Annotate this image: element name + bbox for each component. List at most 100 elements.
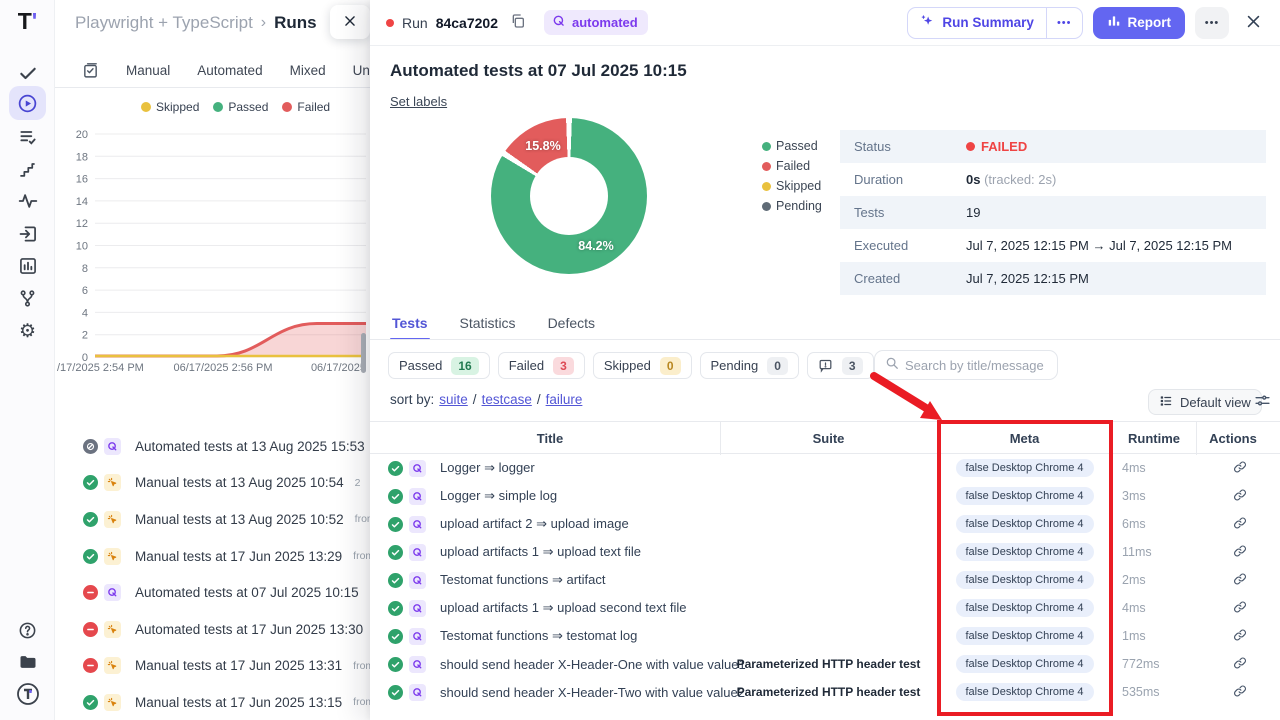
- test-result-row[interactable]: upload artifacts 1 ⇒ upload text file fa…: [370, 538, 1280, 566]
- run-list-item[interactable]: Automated tests at 07 Jul 2025 10:15: [55, 574, 370, 611]
- attachment-link-button[interactable]: [1226, 488, 1254, 505]
- filter-chip[interactable]: Failed 3: [498, 352, 585, 379]
- attachment-link-button[interactable]: [1226, 544, 1254, 561]
- nav-milestones-button[interactable]: [9, 154, 46, 184]
- activity-icon: [18, 191, 38, 211]
- run-list-item[interactable]: Manual tests at 17 Jun 2025 13:15 from: [55, 684, 370, 720]
- run-type-tab[interactable]: Mixed: [290, 63, 326, 78]
- filter-chip[interactable]: Skipped 0: [593, 352, 692, 379]
- legend-item[interactable]: Passed: [213, 100, 268, 114]
- column-runtime[interactable]: Runtime: [1112, 422, 1196, 455]
- legend-label: Failed: [297, 100, 330, 114]
- column-title[interactable]: Title: [380, 422, 720, 455]
- test-title[interactable]: Testomat functions ⇒ testomat log: [440, 628, 637, 644]
- nav-tests-button[interactable]: [9, 58, 46, 88]
- run-type-tab[interactable]: Manual: [126, 63, 170, 78]
- meta-badge: false Desktop Chrome 4: [956, 627, 1094, 645]
- run-list-item[interactable]: Automated tests at 13 Aug 2025 15:53: [55, 428, 370, 465]
- test-title[interactable]: upload artifacts 1 ⇒ upload second text …: [440, 600, 687, 616]
- column-meta[interactable]: Meta: [937, 422, 1112, 455]
- more-actions-button[interactable]: •••: [1195, 7, 1229, 39]
- panel-scrollbar-thumb[interactable]: [361, 333, 366, 373]
- library-button[interactable]: [9, 647, 46, 677]
- run-summary-button[interactable]: Run Summary •••: [907, 7, 1082, 39]
- panel-close-button[interactable]: [330, 5, 370, 39]
- test-title[interactable]: should send header X-Header-One with val…: [440, 657, 746, 672]
- nav-runs-button[interactable]: [9, 86, 46, 120]
- legend-item[interactable]: Skipped: [762, 179, 822, 193]
- run-list-item[interactable]: Manual tests at 17 Jun 2025 13:31 from: [55, 648, 370, 685]
- help-icon: [18, 621, 37, 640]
- test-result-row[interactable]: should send header X-Header-One with val…: [370, 650, 1280, 678]
- legend-item[interactable]: Failed: [282, 100, 330, 114]
- view-settings-button[interactable]: [1254, 392, 1271, 412]
- attachment-link-button[interactable]: [1226, 656, 1254, 673]
- nav-import-button[interactable]: [9, 219, 46, 249]
- legend-label: Skipped: [776, 179, 821, 193]
- help-button[interactable]: [9, 615, 46, 645]
- legend-item[interactable]: Pending: [762, 199, 822, 213]
- attachment-link-button[interactable]: [1226, 628, 1254, 645]
- sort-option-link[interactable]: testcase: [482, 392, 532, 407]
- test-result-row[interactable]: Testomat functions ⇒ testomat log false …: [370, 622, 1280, 650]
- passed-status-icon: [388, 629, 403, 644]
- chip-label: Passed: [399, 358, 442, 373]
- comments-filter-chip[interactable]: 3: [807, 352, 874, 379]
- sort-option-link[interactable]: failure: [546, 392, 583, 407]
- attachment-link-button[interactable]: [1226, 516, 1254, 533]
- account-logo-button[interactable]: [9, 679, 46, 709]
- test-result-row[interactable]: Logger ⇒ logger false Desktop Chrome 4 4…: [370, 454, 1280, 482]
- test-title[interactable]: upload artifacts 1 ⇒ upload text file: [440, 544, 641, 560]
- automated-badge[interactable]: automated: [544, 10, 648, 35]
- filter-chip[interactable]: Pending 0: [700, 352, 799, 379]
- select-runs-icon[interactable]: [82, 62, 99, 79]
- test-result-row[interactable]: upload artifact 2 ⇒ upload image false D…: [370, 510, 1280, 538]
- run-type-tab[interactable]: Unfinished: [353, 63, 370, 78]
- column-suite[interactable]: Suite: [720, 422, 937, 455]
- test-title[interactable]: upload artifact 2 ⇒ upload image: [440, 516, 629, 532]
- attachment-link-button[interactable]: [1226, 572, 1254, 589]
- run-list-item[interactable]: Manual tests at 13 Aug 2025 10:52 from: [55, 501, 370, 538]
- nav-analytics-button[interactable]: [9, 251, 46, 281]
- attachment-link-button[interactable]: [1226, 600, 1254, 617]
- app-logo[interactable]: T': [0, 8, 55, 35]
- drawer-tab[interactable]: Defects: [546, 311, 597, 340]
- breadcrumb-project[interactable]: Playwright + TypeScript: [75, 13, 253, 33]
- run-summary-more-button[interactable]: •••: [1046, 8, 1082, 38]
- tab-label: Unfinished: [353, 63, 370, 78]
- default-view-button[interactable]: Default view: [1148, 389, 1262, 415]
- report-button[interactable]: Report: [1093, 7, 1186, 39]
- test-result-row[interactable]: Logger ⇒ simple log false Desktop Chrome…: [370, 482, 1280, 510]
- automated-icon: [552, 14, 566, 31]
- drawer-close-button[interactable]: [1241, 9, 1266, 37]
- nav-settings-button[interactable]: ⚙: [9, 316, 46, 346]
- test-title[interactable]: should send header X-Header-Two with val…: [440, 685, 745, 700]
- legend-item[interactable]: Skipped: [141, 100, 199, 114]
- test-title[interactable]: Testomat functions ⇒ artifact: [440, 572, 606, 588]
- test-title[interactable]: Logger ⇒ logger: [440, 460, 535, 476]
- set-labels-link[interactable]: Set labels: [390, 94, 447, 109]
- test-result-row[interactable]: Testomat functions ⇒ artifact false Desk…: [370, 566, 1280, 594]
- run-list-item[interactable]: Manual tests at 13 Aug 2025 10:54 2: [55, 465, 370, 502]
- test-title[interactable]: Logger ⇒ simple log: [440, 488, 557, 504]
- legend-item[interactable]: Passed: [762, 139, 822, 153]
- copy-run-id-button[interactable]: [506, 9, 530, 36]
- search-input[interactable]: [905, 358, 1049, 373]
- nav-pulse-button[interactable]: [9, 186, 46, 216]
- legend-item[interactable]: Failed: [762, 159, 822, 173]
- nav-branches-button[interactable]: [9, 283, 46, 313]
- attachment-link-button[interactable]: [1226, 460, 1254, 477]
- filter-chip[interactable]: Passed 16: [388, 352, 490, 379]
- drawer-tab[interactable]: Tests: [390, 311, 430, 340]
- attachment-link-button[interactable]: [1226, 684, 1254, 701]
- drawer-tab[interactable]: Statistics: [458, 311, 518, 340]
- sort-option-link[interactable]: suite: [439, 392, 468, 407]
- run-list-item[interactable]: Manual tests at 17 Jun 2025 13:29 from: [55, 538, 370, 575]
- nav-plans-button[interactable]: [9, 122, 46, 152]
- run-type-tab[interactable]: Automated: [197, 63, 262, 78]
- column-actions[interactable]: Actions: [1196, 422, 1270, 455]
- test-result-row[interactable]: should send header X-Header-Two with val…: [370, 678, 1280, 706]
- check-icon: [18, 63, 38, 83]
- run-list-item[interactable]: Automated tests at 17 Jun 2025 13:30: [55, 611, 370, 648]
- test-result-row[interactable]: upload artifacts 1 ⇒ upload second text …: [370, 594, 1280, 622]
